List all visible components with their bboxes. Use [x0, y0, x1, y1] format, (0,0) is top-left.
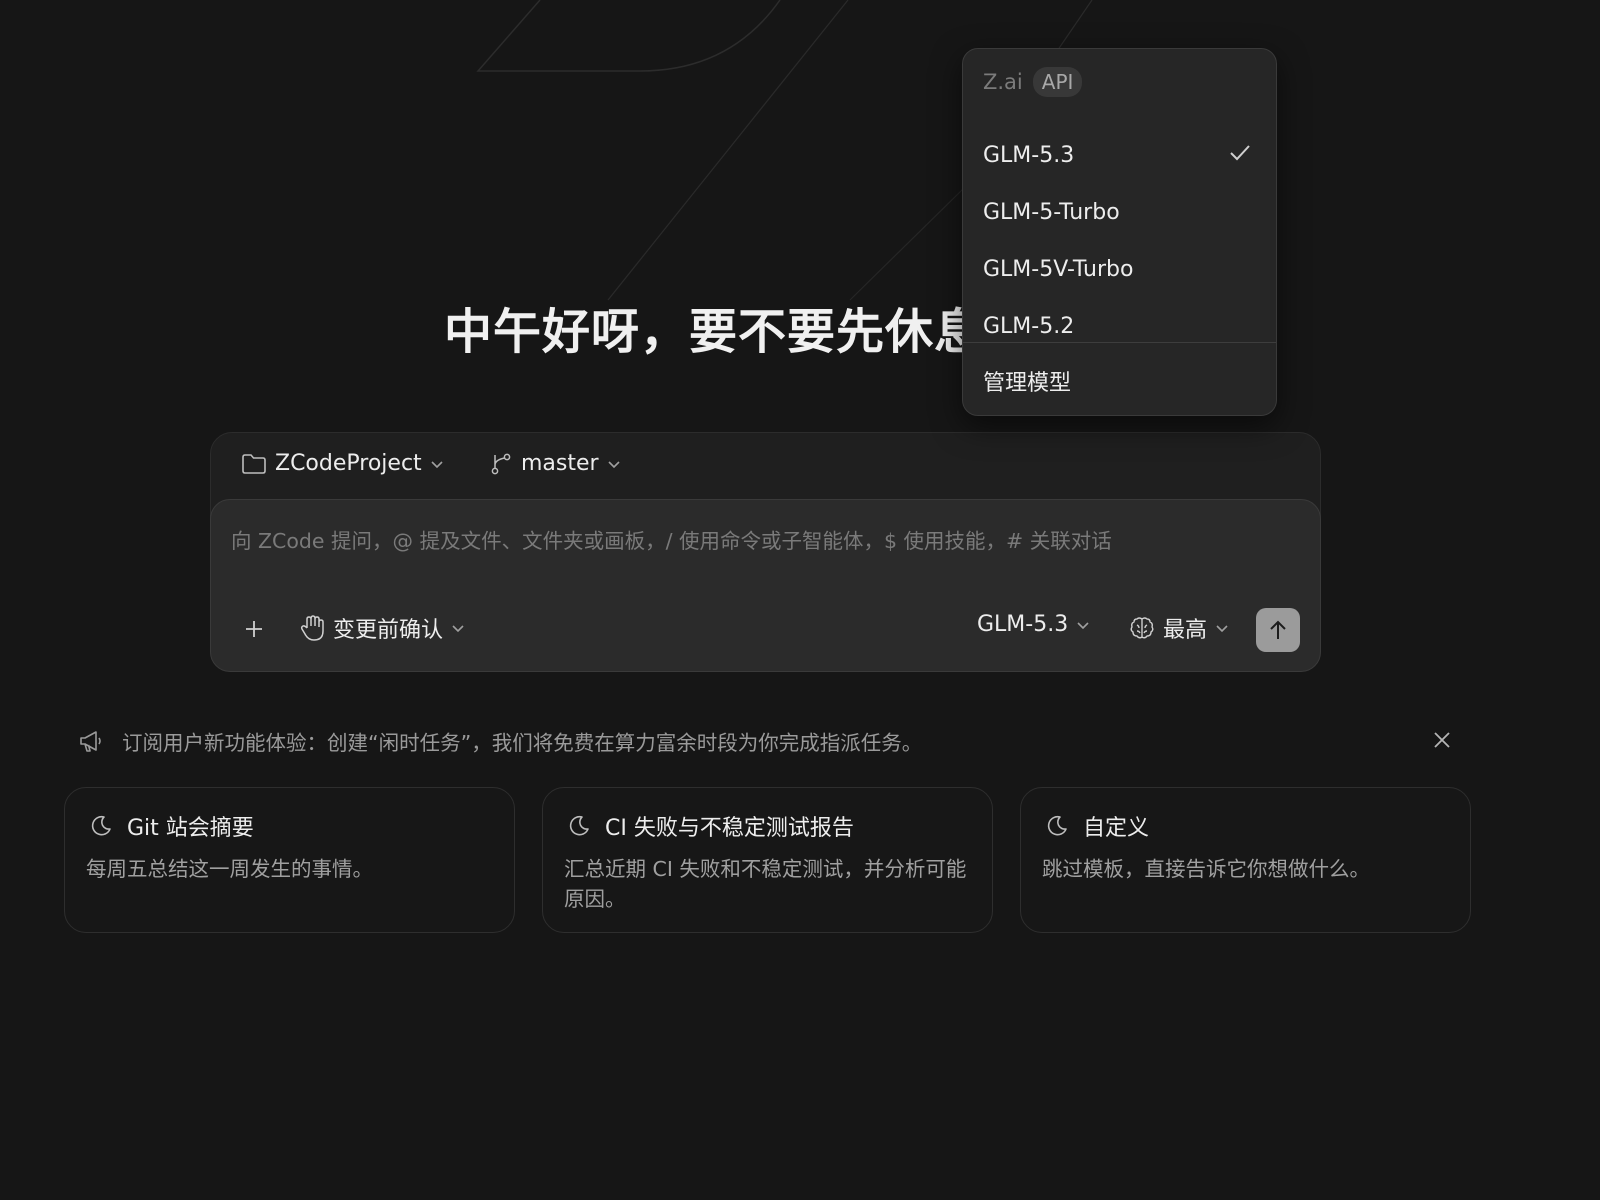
plus-icon	[243, 618, 265, 640]
card-title: Git 站会摘要	[127, 816, 254, 841]
brain-icon	[1129, 615, 1155, 641]
template-card-ci-report[interactable]: CI 失败与不稳定测试报告 汇总近期 CI 失败和不稳定测试，并分析可能原因。	[542, 787, 993, 933]
project-selector[interactable]: ZCodeProject	[241, 451, 444, 476]
card-header: Git 站会摘要	[89, 810, 254, 842]
project-name: ZCodeProject	[275, 451, 422, 476]
card-description: 汇总近期 CI 失败和不稳定测试，并分析可能原因。	[564, 857, 967, 911]
template-card-git-standup[interactable]: Git 站会摘要 每周五总结这一周发生的事情。	[64, 787, 515, 933]
close-announcement-button[interactable]	[1430, 728, 1454, 752]
manage-models-label: 管理模型	[983, 371, 1072, 396]
hand-icon	[299, 614, 325, 642]
model-option-glm-5-2[interactable]: GLM-5.2	[969, 300, 1270, 352]
moon-icon	[1045, 814, 1069, 838]
reasoning-label: 最高	[1163, 618, 1208, 643]
menu-divider	[963, 342, 1276, 343]
model-option-glm-5-turbo[interactable]: GLM-5-Turbo	[969, 186, 1270, 238]
model-label: GLM-5.3	[977, 612, 1069, 637]
chevron-down-icon	[1076, 620, 1090, 630]
greeting-heading: 中午好呀，要不要先休息	[444, 304, 984, 360]
model-option-label: GLM-5V-Turbo	[983, 256, 1134, 282]
card-title: 自定义	[1083, 816, 1150, 841]
moon-icon	[89, 814, 113, 838]
send-button[interactable]	[1256, 608, 1300, 652]
prompt-placeholder: 向 ZCode 提问，@ 提及文件、文件夹或画板，/ 使用命令或子智能体，$ 使…	[231, 529, 1112, 553]
model-option-glm-5v-turbo[interactable]: GLM-5V-Turbo	[969, 243, 1270, 295]
card-header: 自定义	[1045, 810, 1149, 842]
arrow-up-icon	[1268, 619, 1288, 641]
composer: ZCodeProject master 向 ZCode 提问，@ 提及文件、文件…	[210, 432, 1321, 672]
branch-selector[interactable]: master	[489, 451, 621, 476]
manage-models-item[interactable]: 管理模型	[969, 355, 1270, 407]
branch-name: master	[521, 451, 599, 476]
card-description: 跳过模板，直接告诉它你想做什么。	[1042, 857, 1370, 881]
checkmark-icon	[1228, 143, 1252, 163]
api-badge: API	[1032, 67, 1083, 97]
attach-button[interactable]	[243, 618, 265, 640]
provider-name: Z.ai	[983, 70, 1023, 94]
model-option-label: GLM-5.3	[983, 142, 1075, 168]
template-card-custom[interactable]: 自定义 跳过模板，直接告诉它你想做什么。	[1020, 787, 1471, 933]
confirm-mode-label: 变更前确认	[333, 618, 444, 643]
composer-context-bar: ZCodeProject master	[211, 433, 1320, 499]
reasoning-selector[interactable]: 最高	[1129, 612, 1229, 644]
model-dropdown-menu: Z.ai API GLM-5.3 GLM-5-Turbo GLM-5V-Turb…	[962, 48, 1277, 416]
close-icon	[1430, 728, 1454, 752]
card-description: 每周五总结这一周发生的事情。	[86, 857, 373, 881]
chevron-down-icon	[607, 459, 621, 469]
chevron-down-icon	[451, 623, 465, 633]
chevron-down-icon	[430, 459, 444, 469]
provider-header: Z.ai API	[983, 67, 1083, 97]
card-header: CI 失败与不稳定测试报告	[567, 810, 854, 842]
app-canvas: 中午好呀，要不要先休息 ZCodeProject master 向 ZCode …	[0, 0, 1600, 1200]
confirm-mode-selector[interactable]: 变更前确认	[299, 612, 465, 644]
megaphone-icon	[78, 728, 104, 754]
model-option-label: GLM-5-Turbo	[983, 199, 1120, 225]
announcement-banner: 订阅用户新功能体验：创建“闲时任务”，我们将免费在算力富余时段为你完成指派任务。	[78, 726, 922, 756]
folder-icon	[241, 453, 267, 475]
prompt-input[interactable]: 向 ZCode 提问，@ 提及文件、文件夹或画板，/ 使用命令或子智能体，$ 使…	[210, 499, 1321, 672]
announcement-text: 订阅用户新功能体验：创建“闲时任务”，我们将免费在算力富余时段为你完成指派任务。	[122, 731, 923, 755]
git-branch-icon	[489, 452, 513, 476]
model-option-glm-5-3[interactable]: GLM-5.3	[969, 129, 1270, 181]
model-selector[interactable]: GLM-5.3	[977, 612, 1090, 637]
model-option-label: GLM-5.2	[983, 313, 1075, 339]
card-title: CI 失败与不稳定测试报告	[605, 816, 854, 841]
moon-icon	[567, 814, 591, 838]
chevron-down-icon	[1215, 623, 1229, 633]
